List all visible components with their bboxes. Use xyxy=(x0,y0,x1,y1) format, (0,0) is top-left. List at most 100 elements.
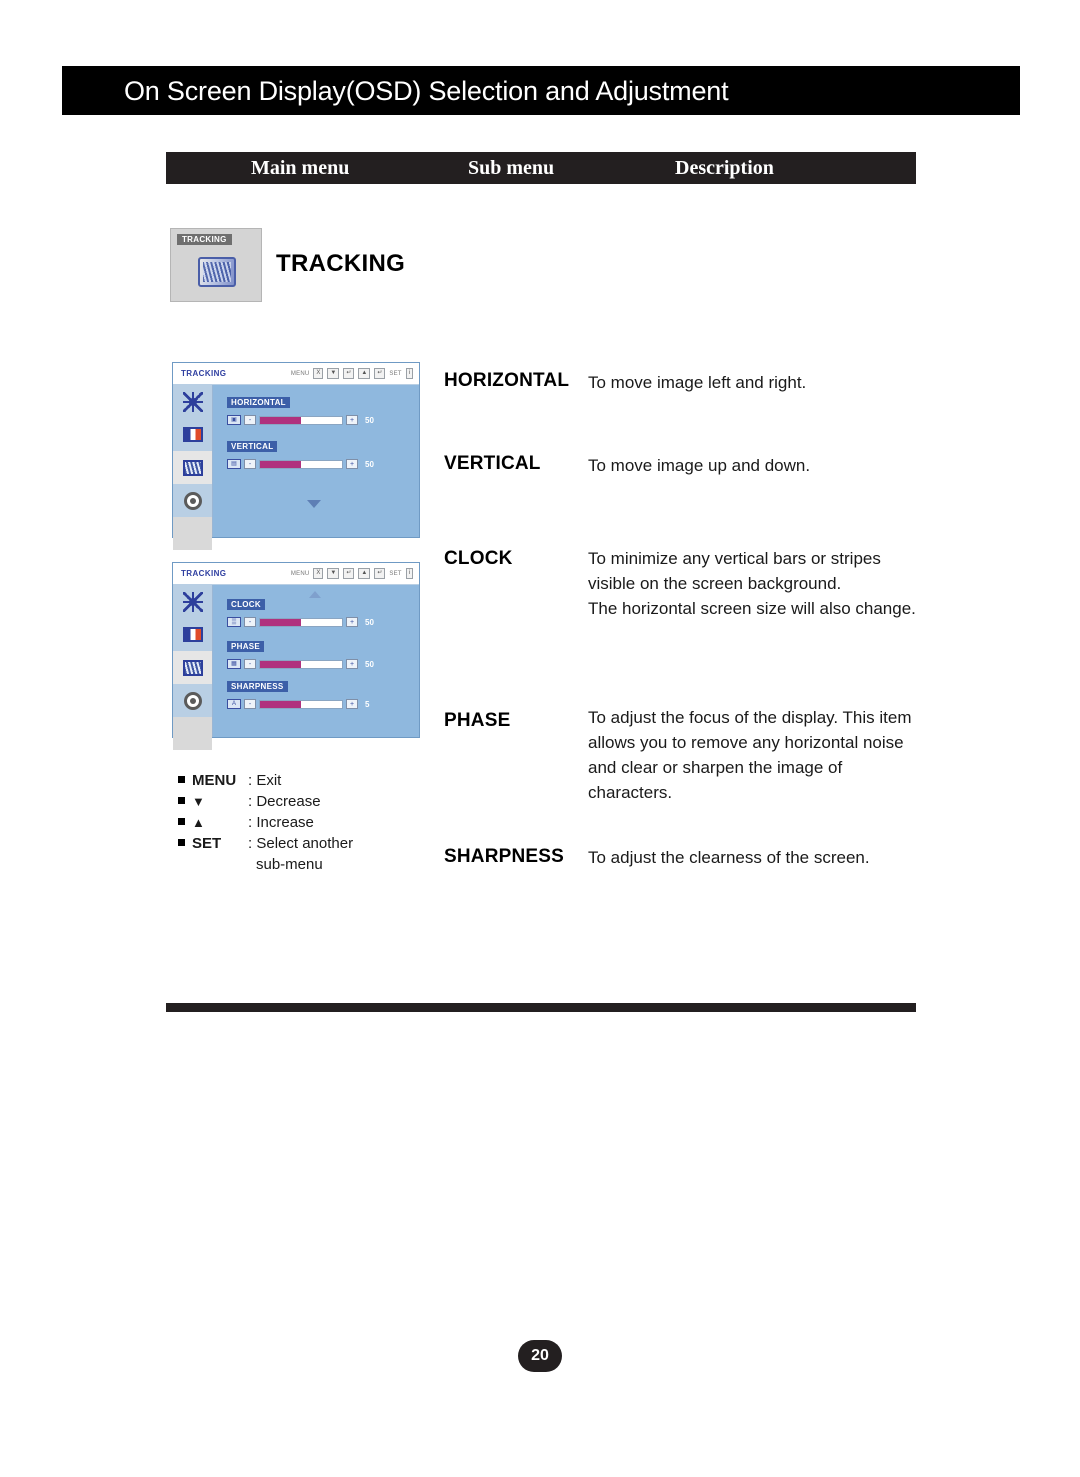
osd-screenshot-tracking-2: TRACKING MENU X ▼ ↵ ▲ ↵ SET i CLOCK ▒ - … xyxy=(172,562,420,750)
vertical-slider-icon: ▤ xyxy=(227,459,241,469)
phase-slider-icon: ▦ xyxy=(227,659,241,669)
osd-tracking-icon-cell xyxy=(173,451,212,484)
osd-titlebar: TRACKING MENU X ▼ ↵ ▲ ↵ SET i xyxy=(173,363,419,385)
osd-key-up-enter-box: ↵ xyxy=(374,368,386,379)
horizontal-increase-icon: + xyxy=(346,415,358,425)
osd-title: TRACKING xyxy=(181,369,227,378)
column-header-description: Description xyxy=(675,157,774,179)
osd-color-icon-cell-2 xyxy=(173,618,212,651)
key-legend: MENU: Exit ▼: Decrease ▲: Increase SET: … xyxy=(178,772,418,877)
clock-slider-bar xyxy=(259,617,343,627)
footer-rule xyxy=(166,1003,916,1012)
bullet-icon xyxy=(178,797,185,804)
vertical-increase-icon: + xyxy=(346,459,358,469)
sub-menu-clock: CLOCK xyxy=(444,548,513,569)
osd-setup-icon-cell xyxy=(173,484,212,517)
gear-icon xyxy=(183,691,202,710)
osd-key-up-enter-box-2: ↵ xyxy=(374,568,386,579)
osd-icon-column-2 xyxy=(173,585,213,750)
osd-scroll-up-icon xyxy=(309,591,321,598)
osd-key-hints-2: MENU X ▼ ↵ ▲ ↵ SET i xyxy=(291,568,413,579)
osd-key-up-box-2: ▲ xyxy=(358,568,371,579)
phase-decrease-icon: - xyxy=(244,659,256,669)
osd-row-label-horizontal: HORIZONTAL xyxy=(227,397,290,408)
sub-menu-horizontal: HORIZONTAL xyxy=(444,370,570,391)
legend-key-up-arrow-icon: ▲ xyxy=(192,815,205,830)
osd-slider-sharpness: A - + 5 xyxy=(227,699,369,709)
osd-key-info-box-2: i xyxy=(405,568,413,579)
bullet-icon xyxy=(178,776,185,783)
clock-value: 50 xyxy=(365,617,374,627)
description-sharpness: To adjust the clearness of the screen. xyxy=(588,848,870,867)
color-bars-icon xyxy=(182,627,203,642)
osd-brightness-icon-cell xyxy=(173,385,212,418)
legend-line-down: ▼: Decrease xyxy=(178,793,418,814)
sharpness-slider-bar xyxy=(259,699,343,709)
column-header-main-menu: Main menu xyxy=(251,157,350,179)
vertical-value: 50 xyxy=(365,459,374,469)
legend-key-menu: MENU xyxy=(192,772,237,789)
osd-key-menu-label: MENU xyxy=(290,370,310,377)
legend-value-up: Increase xyxy=(256,814,314,831)
legend-line-set: SET: Select another xyxy=(178,835,418,856)
clock-decrease-icon: - xyxy=(244,617,256,627)
osd-key-menu-box: X xyxy=(313,368,324,379)
osd-titlebar-2: TRACKING MENU X ▼ ↵ ▲ ↵ SET i xyxy=(173,563,419,585)
legend-line-set-cont: sub-menu xyxy=(178,856,418,877)
column-header-sub-menu: Sub menu xyxy=(468,157,555,179)
document-page: On Screen Display(OSD) Selection and Adj… xyxy=(0,0,1080,1477)
osd-screenshot-tracking-1: TRACKING MENU X ▼ ↵ ▲ ↵ SET i HORIZONTAL… xyxy=(172,362,420,550)
legend-key-set: SET xyxy=(192,835,222,852)
sub-menu-vertical: VERTICAL xyxy=(444,453,541,474)
vertical-decrease-icon: - xyxy=(244,459,256,469)
osd-color-icon-cell xyxy=(173,418,212,451)
page-title: On Screen Display(OSD) Selection and Adj… xyxy=(124,76,729,106)
tracking-stripes-icon xyxy=(182,459,203,476)
osd-key-down-enter-box: ↵ xyxy=(343,368,355,379)
osd-row-label-phase: PHASE xyxy=(227,641,265,652)
osd-key-menu-label-2: MENU xyxy=(290,570,310,577)
osd-key-up-box: ▲ xyxy=(358,368,371,379)
bullet-icon xyxy=(178,839,185,846)
main-menu-icon-block: TRACKING xyxy=(170,228,262,302)
osd-key-down-box-2: ▼ xyxy=(327,568,340,579)
phase-slider-bar xyxy=(259,659,343,669)
tracking-stripes-icon xyxy=(182,659,203,676)
vertical-slider-bar xyxy=(259,459,343,469)
osd-key-down-box: ▼ xyxy=(327,368,340,379)
legend-value-menu: Exit xyxy=(256,772,282,789)
osd-key-down-enter-box-2: ↵ xyxy=(343,568,355,579)
osd-scroll-down-icon xyxy=(307,500,321,508)
osd-brightness-icon-cell-2 xyxy=(173,585,212,618)
legend-value-set: Select another xyxy=(256,835,354,852)
color-bars-icon xyxy=(182,427,203,442)
clock-increase-icon: + xyxy=(346,617,358,627)
osd-icon-column xyxy=(173,385,213,550)
main-menu-title: TRACKING xyxy=(276,250,406,277)
legend-value-set-cont: sub-menu xyxy=(256,856,323,873)
osd-row-label-sharpness: SHARPNESS xyxy=(227,681,288,692)
clock-slider-icon: ▒ xyxy=(227,617,241,627)
sharpness-value: 5 xyxy=(365,699,370,709)
osd-empty-cell xyxy=(173,517,212,550)
horizontal-decrease-icon: - xyxy=(244,415,256,425)
description-vertical: To move image up and down. xyxy=(588,456,811,475)
sharpness-decrease-icon: - xyxy=(244,699,256,709)
osd-tracking-icon-cell-2 xyxy=(173,651,212,684)
osd-key-menu-box-2: X xyxy=(313,568,324,579)
tracking-icon-label: TRACKING xyxy=(177,234,232,245)
osd-slider-horizontal: ▣ - + 50 xyxy=(227,415,374,425)
bullet-icon xyxy=(178,818,185,825)
osd-body: HORIZONTAL ▣ - + 50 VERTICAL ▤ - + 50 xyxy=(213,385,419,537)
osd-row-label-clock: CLOCK xyxy=(227,599,265,610)
sun-icon xyxy=(182,591,203,612)
tracking-icon xyxy=(198,257,236,287)
description-phase: To adjust the focus of the display. This… xyxy=(588,708,912,802)
legend-line-up: ▲: Increase xyxy=(178,814,418,835)
osd-slider-clock: ▒ - + 50 xyxy=(227,617,374,627)
legend-line-menu: MENU: Exit xyxy=(178,772,418,793)
description-horizontal: To move image left and right. xyxy=(588,373,807,392)
phase-value: 50 xyxy=(365,659,374,669)
osd-key-info-box: i xyxy=(405,368,413,379)
osd-title-2: TRACKING xyxy=(181,569,227,578)
